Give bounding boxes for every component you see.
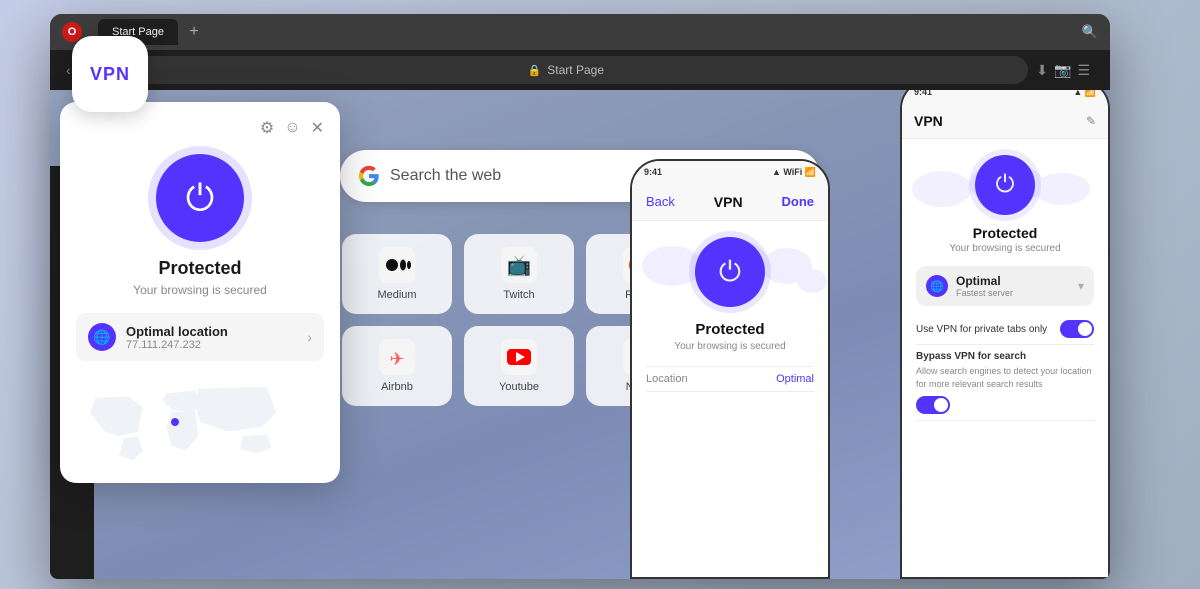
airbnb-label: Airbnb bbox=[381, 381, 413, 393]
map-location-dot bbox=[171, 418, 179, 426]
gear-icon[interactable]: ⚙ bbox=[260, 118, 274, 138]
browser-search-icon[interactable]: 🔍 bbox=[1082, 24, 1098, 40]
phone2-location-info: Optimal Fastest server bbox=[956, 274, 1070, 298]
phone1-location-label: Location bbox=[646, 373, 688, 385]
vpn-status-title: Protected bbox=[76, 258, 324, 279]
mobile-phone-1: 9:41 ▲ WiFi 📶 Back VPN Done bbox=[630, 159, 830, 579]
medium-icon bbox=[379, 247, 415, 283]
vpn-location-row[interactable]: 🌐 Optimal location 77.111.247.232 › bbox=[76, 313, 324, 361]
phone2-time: 9:41 bbox=[914, 90, 932, 97]
download-icon[interactable]: ⬇ bbox=[1036, 62, 1048, 79]
phone2-screen: 9:41 ▲ 📶 VPN ✎ bbox=[902, 90, 1108, 577]
speed-dial-airbnb[interactable]: ✈ Airbnb bbox=[342, 326, 452, 406]
speed-dial-twitch[interactable]: 📺 Twitch bbox=[464, 234, 574, 314]
youtube-label: Youtube bbox=[499, 381, 539, 393]
speed-dial-medium[interactable]: Medium bbox=[342, 234, 452, 314]
phone1-subtitle: Your browsing is secured bbox=[674, 341, 785, 352]
location-chevron-icon: › bbox=[307, 329, 312, 345]
phone2-fastest-server: Fastest server bbox=[956, 288, 1070, 298]
close-icon[interactable]: ✕ bbox=[311, 118, 324, 138]
phone1-protected-label: Protected bbox=[695, 321, 764, 338]
vpn-power-icon: ⏻ bbox=[186, 177, 214, 220]
phone2-setting1-label: Use VPN for private tabs only bbox=[916, 324, 1047, 335]
phone1-location-row[interactable]: Location Optimal bbox=[646, 366, 814, 392]
medium-label: Medium bbox=[377, 289, 416, 301]
smiley-icon[interactable]: ☺ bbox=[284, 119, 300, 137]
phone1-title: VPN bbox=[714, 194, 743, 210]
phone1-location-value: Optimal bbox=[776, 373, 814, 385]
phone2-map-bg bbox=[902, 149, 1108, 229]
phone1-time: 9:41 bbox=[644, 167, 662, 177]
phone2-toggle1[interactable] bbox=[1060, 320, 1094, 338]
phone2-subtitle: Your browsing is secured bbox=[949, 243, 1060, 254]
phone2-nav-title: VPN bbox=[914, 113, 943, 129]
svg-text:✈: ✈ bbox=[389, 349, 404, 369]
phone2-statusbar: 9:41 ▲ 📶 bbox=[902, 90, 1108, 103]
phone2-signal-icons: ▲ 📶 bbox=[1073, 90, 1096, 98]
phone2-content: ⏻ Protected Your browsing is secured 🌐 O… bbox=[902, 139, 1108, 577]
vpn-badge-label: VPN bbox=[90, 64, 130, 85]
vpn-badge[interactable]: VPN bbox=[72, 36, 148, 112]
speed-dial-youtube[interactable]: Youtube bbox=[464, 326, 574, 406]
phone2-edit-icon[interactable]: ✎ bbox=[1086, 114, 1096, 128]
google-logo bbox=[358, 165, 380, 187]
phone2-location-chevron: ▾ bbox=[1078, 279, 1084, 293]
location-ip: 77.111.247.232 bbox=[126, 339, 297, 351]
popup-header: ⚙ ☺ ✕ bbox=[76, 118, 324, 138]
browser-toolbar-icons: ⬇ 📷 ☰ bbox=[1036, 62, 1090, 79]
twitch-icon: 📺 bbox=[501, 247, 537, 283]
phone1-back-button[interactable]: Back bbox=[646, 194, 675, 209]
vpn-status-subtitle: Your browsing is secured bbox=[76, 283, 324, 297]
phone2-optimal-label: Optimal bbox=[956, 274, 1070, 288]
svg-text:📺: 📺 bbox=[507, 255, 532, 277]
phone2-navbar: VPN ✎ bbox=[902, 103, 1108, 139]
location-globe-icon: 🌐 bbox=[88, 323, 116, 351]
youtube-icon bbox=[501, 339, 537, 375]
phone2-setting2-row[interactable]: Bypass VPN for search Allow search engin… bbox=[916, 345, 1094, 421]
phone2-toggle2[interactable] bbox=[916, 396, 950, 414]
phone1-statusbar: 9:41 ▲ WiFi 📶 bbox=[632, 161, 828, 183]
phone2-globe-icon: 🌐 bbox=[926, 275, 948, 297]
vpn-popup-wrapper: VPN ⚙ ☺ ✕ ⏻ Protected Your browsing is s… bbox=[60, 36, 340, 483]
phone2-setting2-label: Bypass VPN for search bbox=[916, 351, 1094, 362]
phone2-setting2-desc: Allow search engines to detect your loca… bbox=[916, 365, 1094, 390]
phone1-screen: 9:41 ▲ WiFi 📶 Back VPN Done bbox=[632, 161, 828, 577]
phone2-location-row[interactable]: 🌐 Optimal Fastest server ▾ bbox=[916, 266, 1094, 306]
phone1-done-button[interactable]: Done bbox=[781, 194, 814, 209]
screenshot-icon[interactable]: 📷 bbox=[1054, 62, 1071, 79]
location-name: Optimal location bbox=[126, 324, 297, 339]
vpn-power-button[interactable]: ⏻ bbox=[156, 154, 244, 242]
phone1-signal-icons: ▲ WiFi 📶 bbox=[772, 167, 816, 178]
mobile-phone-2: 9:41 ▲ 📶 VPN ✎ bbox=[900, 90, 1110, 579]
airbnb-icon: ✈ bbox=[379, 339, 415, 375]
vpn-popup: ⚙ ☺ ✕ ⏻ Protected Your browsing is secur… bbox=[60, 102, 340, 483]
address-bar-text: Start Page bbox=[547, 63, 604, 77]
phone1-map-bg bbox=[632, 221, 828, 311]
world-map bbox=[76, 377, 324, 467]
phone2-setting1-row[interactable]: Use VPN for private tabs only bbox=[916, 314, 1094, 345]
location-info: Optimal location 77.111.247.232 bbox=[126, 324, 297, 351]
menu-icon[interactable]: ☰ bbox=[1077, 62, 1090, 79]
phone1-navbar: Back VPN Done bbox=[632, 183, 828, 221]
twitch-label: Twitch bbox=[503, 289, 534, 301]
